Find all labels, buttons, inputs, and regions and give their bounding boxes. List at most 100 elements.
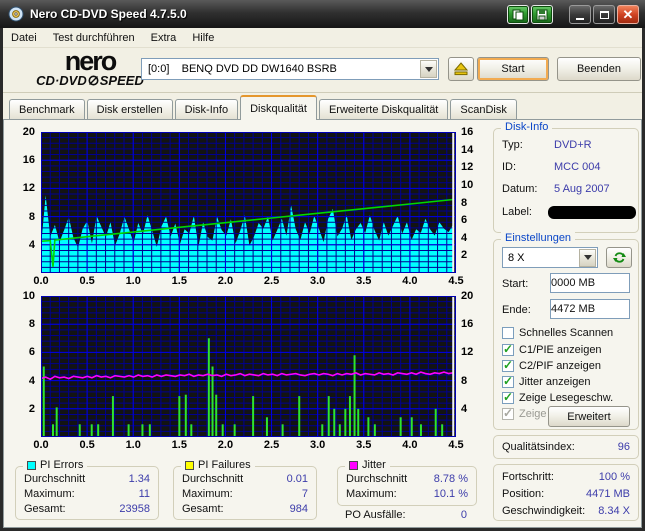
disk-info-title: Disk-Info bbox=[501, 121, 553, 133]
quit-button[interactable]: Beenden bbox=[557, 57, 641, 81]
checkbox-label: C1/PIE anzeigen bbox=[519, 343, 602, 356]
stat-label: Durchschnitt bbox=[346, 473, 408, 485]
drive-select[interactable]: [0:0] BENQ DVD DD DW1640 BSRB bbox=[141, 58, 439, 80]
stat-value: 8.78 % bbox=[433, 473, 468, 485]
stat-label: Maximum: bbox=[182, 488, 233, 500]
pi-failures-jitter-chart: 2 4 6 8 10 4 8 12 16 20 0.0 0.5 1.0 1.5 2.0 2.5 3.0 3.5… bbox=[12, 290, 490, 452]
disc-icon bbox=[88, 75, 99, 86]
checkbox-jitter[interactable]: Jitter anzeigen bbox=[502, 374, 634, 389]
speed-value: 8.34 X bbox=[598, 505, 630, 517]
pi-errors-chart: 4 8 12 16 20 2 4 6 8 10 12 14 16 0.0 0.5 1.0 1.5 2.0 2.5… bbox=[12, 126, 490, 288]
quality-index-label: Qualitätsindex: bbox=[502, 441, 575, 453]
progress-value: 100 % bbox=[598, 471, 630, 483]
close-button[interactable]: ✕ bbox=[617, 5, 639, 24]
checkbox-c1-pie[interactable]: C1/PIE anzeigen bbox=[502, 342, 634, 357]
menu-test-durchfuehren[interactable]: Test durchführen bbox=[45, 28, 143, 48]
minimize-button[interactable] bbox=[569, 5, 591, 24]
checkbox-zeige-lesegeschw[interactable]: Zeige Lesegeschw. bbox=[502, 390, 634, 405]
copy-icon bbox=[512, 9, 524, 20]
stat-label: Maximum: bbox=[346, 488, 397, 500]
pi-failures-stats-group: PI Failures Durchschnitt 0.01 Maximum: 7 G… bbox=[173, 459, 317, 520]
stat-value: 10.1 % bbox=[433, 488, 468, 500]
nero-logo-cd-dvd: CD·DVD bbox=[36, 73, 87, 88]
copy-button[interactable] bbox=[507, 5, 529, 24]
toolbar: nero CD·DVD SPEED [0:0] BENQ DVD DD DW16… bbox=[3, 48, 642, 93]
progress-label: Fortschritt: bbox=[502, 471, 554, 483]
tab-erweiterte-diskqualitaet[interactable]: Erweiterte Diskqualität bbox=[318, 99, 449, 120]
disk-info-group: Disk-Info Typ: DVD+R ID: MCC 004 Datum: 5 A… bbox=[493, 121, 639, 233]
typ-label: Typ: bbox=[502, 139, 523, 151]
jitter-stats-group: Jitter Durchschnitt 8.78 % Maximum: 10.1 % bbox=[337, 459, 477, 506]
checkbox-c2-pif[interactable]: C2/PIF anzeigen bbox=[502, 358, 634, 373]
pi-failures-plot bbox=[40, 296, 457, 437]
checkbox-schnelles-scannen[interactable]: Schnelles Scannen bbox=[502, 325, 634, 340]
stat-value: 11 bbox=[138, 488, 150, 500]
speed-select-value: 8 X bbox=[508, 251, 525, 264]
advanced-button[interactable]: Erweitert bbox=[548, 406, 630, 427]
tab-benchmark[interactable]: Benchmark bbox=[9, 99, 85, 120]
id-value: MCC 004 bbox=[554, 161, 601, 173]
progress-group: Fortschritt: 100 % Position: 4471 MB Gesch… bbox=[493, 464, 639, 521]
pi-errors-x-axis: 0.0 0.5 1.0 1.5 2.0 2.5 3.0 3.5 4.0 4.5 bbox=[33, 275, 464, 287]
app-icon bbox=[8, 6, 24, 22]
pi-failures-title: PI Failures bbox=[198, 459, 251, 471]
menu-extra[interactable]: Extra bbox=[143, 28, 185, 48]
pi-errors-title: PI Errors bbox=[40, 459, 84, 471]
id-label: ID: bbox=[502, 161, 517, 173]
chevron-down-icon[interactable] bbox=[579, 248, 596, 267]
checkbox-icon bbox=[502, 374, 514, 388]
po-failures-row: PO Ausfälle: 0 bbox=[345, 509, 475, 523]
menu-hilfe[interactable]: Hilfe bbox=[184, 28, 222, 48]
window-title: Nero CD-DVD Speed 4.7.5.0 bbox=[30, 7, 187, 21]
po-failures-value: 0 bbox=[460, 509, 467, 521]
minimize-icon bbox=[576, 17, 584, 20]
checkbox-label: Schnelles Scannen bbox=[519, 326, 614, 339]
pi-failures-swatch bbox=[185, 460, 194, 470]
checkbox-icon bbox=[502, 342, 514, 356]
tab-scandisk[interactable]: ScanDisk bbox=[450, 99, 517, 120]
stat-label: Gesamt: bbox=[182, 503, 224, 515]
nero-logo-speed: SPEED bbox=[99, 73, 144, 88]
maximize-button[interactable] bbox=[593, 5, 615, 24]
speed-select[interactable]: 8 X bbox=[502, 247, 598, 268]
end-label: Ende: bbox=[502, 304, 531, 316]
start-input[interactable] bbox=[550, 273, 630, 293]
typ-value: DVD+R bbox=[554, 139, 592, 151]
drive-select-value: [0:0] BENQ DVD DD DW1640 BSRB bbox=[148, 63, 337, 75]
settings-group: Einstellungen 8 X Start: Ende: Schnelles… bbox=[493, 232, 639, 430]
speed-right-axis: 2 4 6 8 10 12 14 16 bbox=[461, 126, 474, 262]
title-bar: Nero CD-DVD Speed 4.7.5.0 ✕ bbox=[0, 0, 645, 28]
datum-value: 5 Aug 2007 bbox=[554, 183, 610, 195]
pi-failures-left-axis: 2 4 6 8 10 bbox=[22, 290, 35, 415]
save-icon bbox=[536, 9, 548, 20]
end-input[interactable] bbox=[550, 299, 630, 319]
menu-datei[interactable]: Datei bbox=[3, 28, 45, 48]
start-label: Start: bbox=[502, 278, 529, 290]
diskqualitaet-page: 4 8 12 16 20 2 4 6 8 10 12 14 16 0.0 0.5 1.0 1.5 2.0 2.5… bbox=[3, 119, 642, 528]
eject-button[interactable] bbox=[448, 57, 474, 81]
stat-label: Maximum: bbox=[24, 488, 75, 500]
speed-label: Geschwindigkeit: bbox=[502, 505, 586, 517]
refresh-button[interactable] bbox=[606, 247, 632, 268]
stat-value: 1.34 bbox=[128, 473, 150, 485]
pi-failures-x-axis: 0.0 0.5 1.0 1.5 2.0 2.5 3.0 3.5 4.0 4.5 bbox=[33, 439, 464, 451]
jitter-title: Jitter bbox=[362, 459, 386, 471]
jitter-right-axis: 4 8 12 16 20 bbox=[461, 290, 474, 415]
eject-icon bbox=[454, 62, 468, 76]
stat-value: 23958 bbox=[119, 503, 150, 515]
label-label: Label: bbox=[502, 206, 532, 218]
tab-disk-info[interactable]: Disk-Info bbox=[174, 99, 239, 120]
start-button[interactable]: Start bbox=[477, 57, 549, 81]
stat-value: 0.01 bbox=[286, 473, 308, 485]
tab-diskqualitaet[interactable]: Diskqualität bbox=[240, 95, 317, 120]
tab-disk-erstellen[interactable]: Disk erstellen bbox=[86, 99, 173, 120]
pi-errors-stats-group: PI Errors Durchschnitt 1.34 Maximum: 11 Ge… bbox=[15, 459, 159, 520]
chevron-down-icon[interactable] bbox=[420, 60, 437, 78]
quality-index-value: 96 bbox=[617, 441, 630, 453]
position-value: 4471 MB bbox=[585, 488, 630, 500]
pi-errors-plot bbox=[40, 132, 457, 273]
checkbox-label: Zeige Lesegeschw. bbox=[519, 391, 614, 404]
close-icon: ✕ bbox=[622, 6, 634, 22]
save-button[interactable] bbox=[531, 5, 553, 24]
pi-errors-swatch bbox=[27, 460, 36, 470]
